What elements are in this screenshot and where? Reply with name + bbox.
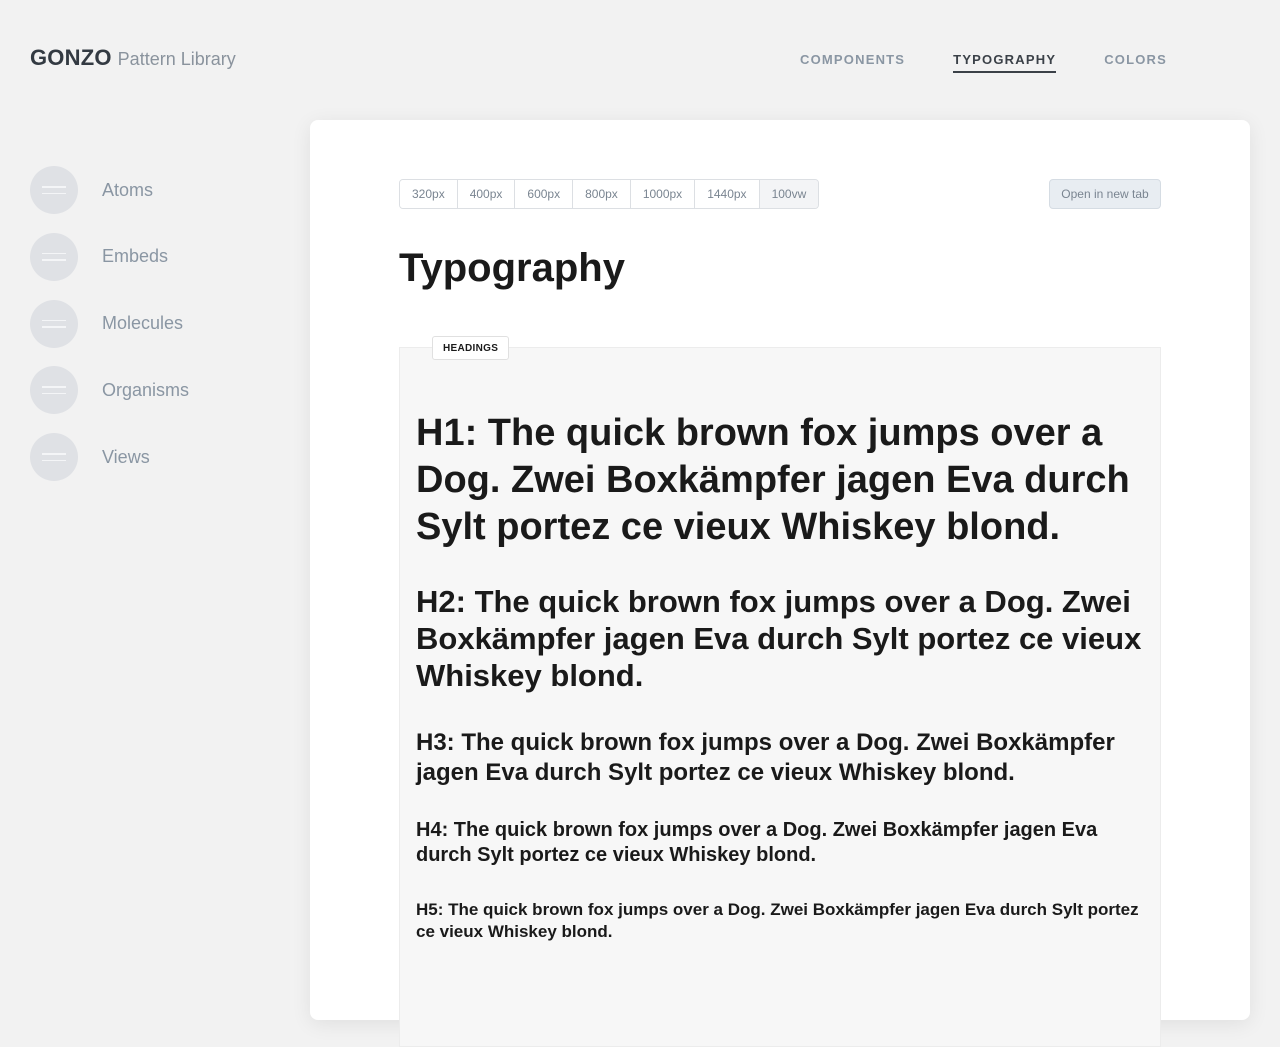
sidebar-item-label: Embeds <box>102 246 169 267</box>
section-tag: HEADINGS <box>432 336 510 360</box>
sidebar-item-atoms[interactable]: Atoms <box>30 166 189 214</box>
top-navigation: COMPONENTS TYPOGRAPHY COLORS <box>800 52 1167 73</box>
menu-lines-icon <box>30 232 78 281</box>
nav-colors[interactable]: COLORS <box>1104 52 1167 73</box>
menu-lines-icon <box>30 433 78 481</box>
viewport-400-button[interactable]: 400px <box>457 180 516 208</box>
sidebar-item-label: Atoms <box>102 179 154 200</box>
sidebar-item-molecules[interactable]: Molecules <box>30 299 189 348</box>
viewport-1000-button[interactable]: 1000px <box>630 180 696 208</box>
sidebar-item-views[interactable]: Views <box>30 433 189 481</box>
brand-subtitle: Pattern Library <box>117 49 236 69</box>
main-card: 320px 400px 600px 800px 1000px 1440px 10… <box>310 120 1250 1047</box>
headings-list: H1: The quick brown fox jumps over a Dog… <box>416 410 1146 943</box>
heading-2-sample: H2: The quick brown fox jumps over a Dog… <box>416 584 1142 693</box>
heading-4-sample: H4: The quick brown fox jumps over a Dog… <box>416 819 1098 866</box>
menu-lines-icon <box>30 166 78 214</box>
nav-components[interactable]: COMPONENTS <box>800 52 905 73</box>
heading-3-sample: H3: The quick brown fox jumps over a Dog… <box>416 729 1115 786</box>
sidebar-item-label: Views <box>102 446 150 467</box>
sidebar-item-embeds[interactable]: Embeds <box>30 232 189 281</box>
viewport-320-button[interactable]: 320px <box>400 180 458 208</box>
heading-5-sample: H5: The quick brown fox jumps over a Dog… <box>416 900 1139 941</box>
sidebar-item-label: Organisms <box>102 379 190 400</box>
nav-typography[interactable]: TYPOGRAPHY <box>953 52 1057 73</box>
sidebar-item-organisms[interactable]: Organisms <box>30 366 190 415</box>
headings-sample: HEADINGS H1: The quick brown fox jumps o… <box>399 336 1161 1047</box>
viewport-600-button[interactable]: 600px <box>515 180 574 208</box>
viewport-size-selector: 320px 400px 600px 800px 1000px 1440px 10… <box>399 179 820 209</box>
heading-1-sample: H1: The quick brown fox jumps over a Dog… <box>416 412 1130 548</box>
open-in-new-tab-button[interactable]: Open in new tab <box>1049 179 1161 209</box>
menu-lines-icon <box>30 366 78 415</box>
viewport-1440-button[interactable]: 1440px <box>695 180 760 208</box>
page-title: Typography <box>399 246 625 290</box>
viewport-800-button[interactable]: 800px <box>573 180 631 208</box>
sidebar-item-label: Molecules <box>102 313 184 333</box>
viewport-100vw-button[interactable]: 100vw <box>759 180 819 208</box>
brand-name: GONZO <box>30 45 112 70</box>
sidebar: Atoms Embeds Molecules Organisms Views <box>30 166 189 500</box>
brand[interactable]: GONZO Pattern Library <box>30 45 236 71</box>
menu-lines-icon <box>30 299 78 348</box>
